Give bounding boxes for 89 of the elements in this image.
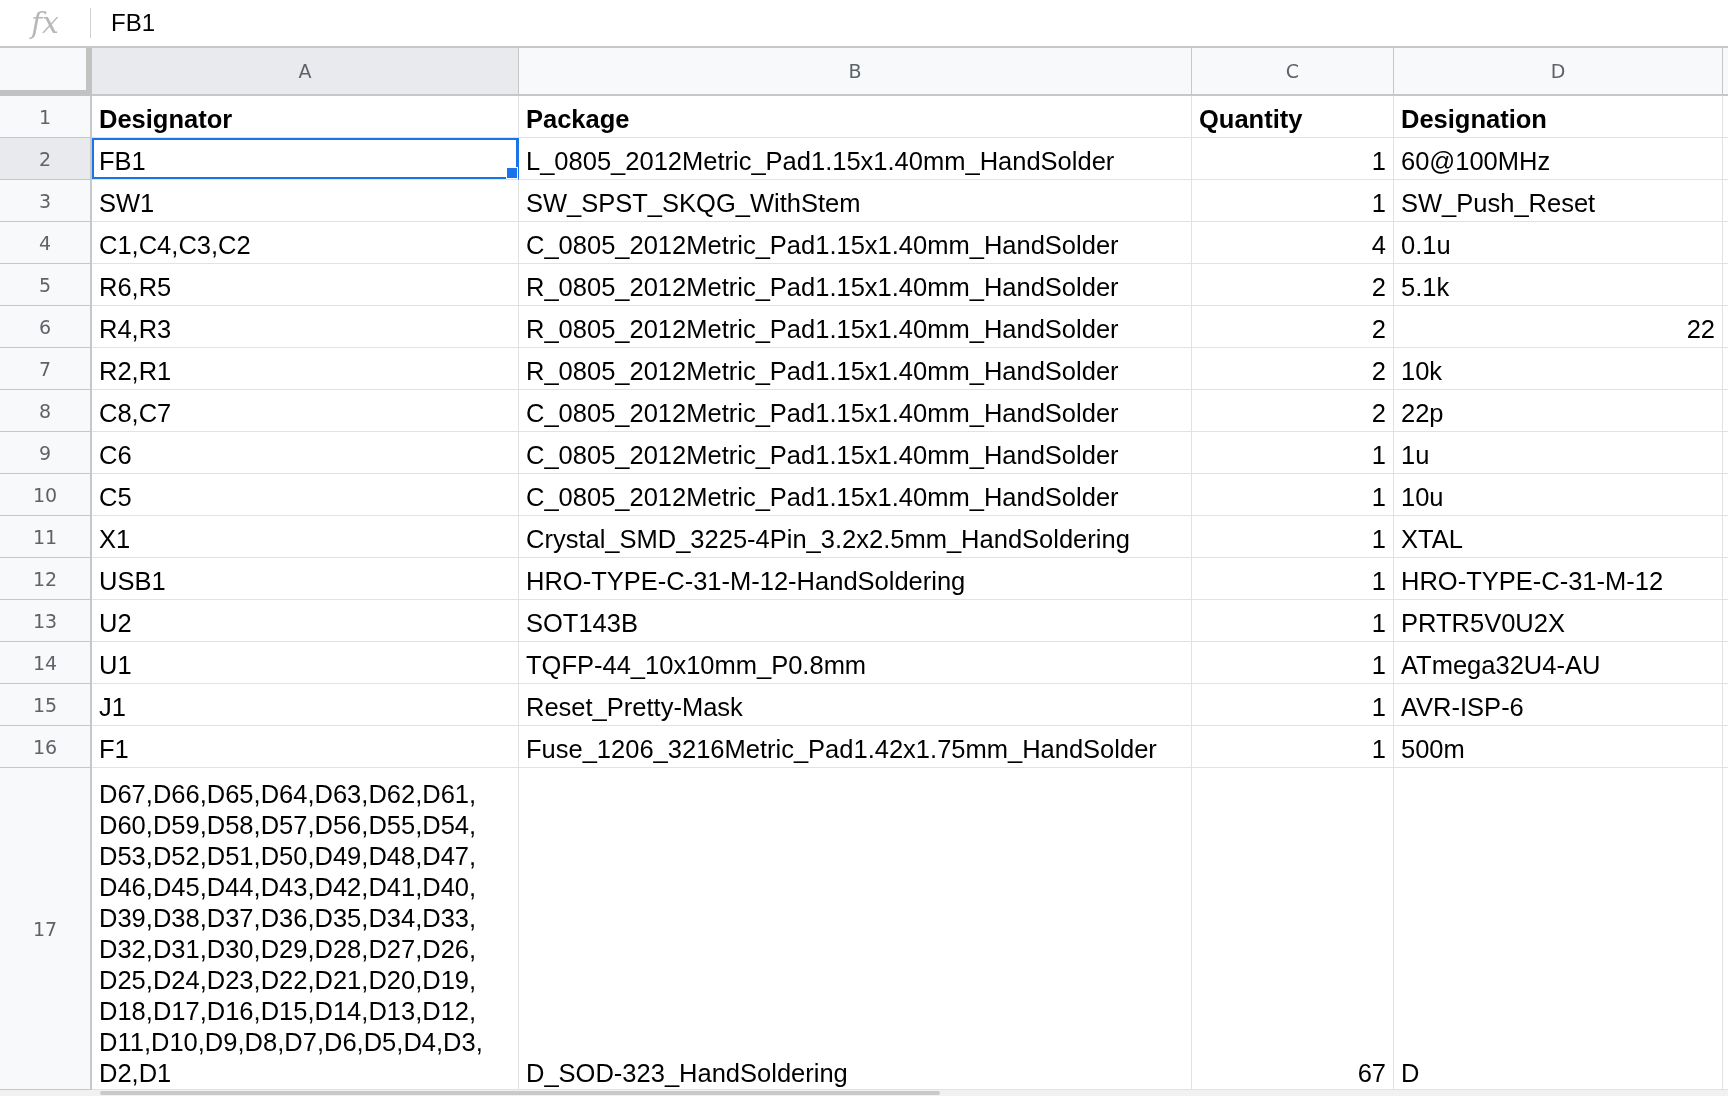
table-cell[interactable]: U2	[92, 600, 519, 642]
table-cell[interactable]: SW_Push_Reset	[1394, 180, 1723, 222]
header-cell[interactable]: Designator	[92, 96, 519, 138]
table-cell[interactable]: USB1	[92, 558, 519, 600]
table-cell[interactable]: 22p	[1394, 390, 1723, 432]
table-cell[interactable]: L_0805_2012Metric_Pad1.15x1.40mm_HandSolder	[519, 138, 1192, 180]
table-cell[interactable]: TQFP-44_10x10mm_P0.8mm	[519, 642, 1192, 684]
column-header[interactable]: D	[1394, 48, 1723, 96]
table-cell[interactable]: 1	[1192, 684, 1394, 726]
table-cell[interactable]: Reset_Pretty-Mask	[519, 684, 1192, 726]
row-header[interactable]: 14	[0, 642, 92, 684]
table-cell[interactable]: 1	[1192, 558, 1394, 600]
table-cell[interactable]: C_0805_2012Metric_Pad1.15x1.40mm_HandSolder	[519, 432, 1192, 474]
row-header[interactable]: 16	[0, 726, 92, 768]
table-cell[interactable]: 1	[1192, 516, 1394, 558]
row-header[interactable]: 4	[0, 222, 92, 264]
row-header[interactable]: 2	[0, 138, 92, 180]
table-cell[interactable]: Fuse_1206_3216Metric_Pad1.42x1.75mm_HandSolder	[519, 726, 1192, 768]
table-cell[interactable]: 0.1u	[1394, 222, 1723, 264]
formula-input[interactable]: FB1	[91, 9, 155, 37]
table-cell[interactable]: R_0805_2012Metric_Pad1.15x1.40mm_HandSolder	[519, 348, 1192, 390]
table-cell[interactable]: X1	[92, 516, 519, 558]
row-header[interactable]: 17	[0, 768, 92, 1090]
table-cell[interactable]: J1	[92, 684, 519, 726]
table-cell[interactable]: R_0805_2012Metric_Pad1.15x1.40mm_HandSolder	[519, 264, 1192, 306]
row-header[interactable]: 7	[0, 348, 92, 390]
table-cell[interactable]: 1	[1192, 726, 1394, 768]
table-cell[interactable]: U1	[92, 642, 519, 684]
table-cell[interactable]: 5.1k	[1394, 264, 1723, 306]
table-cell[interactable]: 1	[1192, 642, 1394, 684]
table-cell[interactable]: C8,C7	[92, 390, 519, 432]
table-cell[interactable]: 10u	[1394, 474, 1723, 516]
table-cell[interactable]: R4,R3	[92, 306, 519, 348]
table-cell[interactable]: 1	[1192, 138, 1394, 180]
row-header[interactable]: 6	[0, 306, 92, 348]
table-cell[interactable]: FB1	[92, 138, 519, 180]
row-header[interactable]: 12	[0, 558, 92, 600]
table-cell[interactable]: 1	[1192, 432, 1394, 474]
row-header[interactable]: 15	[0, 684, 92, 726]
table-cell[interactable]: C_0805_2012Metric_Pad1.15x1.40mm_HandSolder	[519, 222, 1192, 264]
table-cell[interactable]: 1	[1192, 180, 1394, 222]
row-header[interactable]: 1	[0, 96, 92, 138]
table-cell[interactable]: R_0805_2012Metric_Pad1.15x1.40mm_HandSolder	[519, 306, 1192, 348]
table-cell[interactable]: PRTR5V0U2X	[1394, 600, 1723, 642]
select-all-corner[interactable]	[0, 48, 92, 96]
table-cell[interactable]: SW_SPST_SKQG_WithStem	[519, 180, 1192, 222]
table-cell[interactable]: HRO-TYPE-C-31-M-12	[1394, 558, 1723, 600]
table-cell[interactable]: F1	[92, 726, 519, 768]
table-cell[interactable]: Crystal_SMD_3225-4Pin_3.2x2.5mm_HandSoldering	[519, 516, 1192, 558]
table-cell[interactable]: ATmega32U4-AU	[1394, 642, 1723, 684]
table-cell[interactable]: 22	[1394, 306, 1723, 348]
table-cell[interactable]: 1u	[1394, 432, 1723, 474]
table-cell[interactable]: R6,R5	[92, 264, 519, 306]
table-cell[interactable]: 10k	[1394, 348, 1723, 390]
table-cell[interactable]: 500m	[1394, 726, 1723, 768]
table-cell[interactable]: C_0805_2012Metric_Pad1.15x1.40mm_HandSolder	[519, 474, 1192, 516]
horizontal-scrollbar[interactable]	[0, 1090, 1728, 1096]
header-cell[interactable]: Quantity	[1192, 96, 1394, 138]
table-cell[interactable]: SW1	[92, 180, 519, 222]
table-cell[interactable]: 2	[1192, 348, 1394, 390]
row-header[interactable]: 8	[0, 390, 92, 432]
table-cell[interactable]: 4	[1192, 222, 1394, 264]
column-header[interactable]: C	[1192, 48, 1394, 96]
row-header[interactable]: 9	[0, 432, 92, 474]
fill-handle[interactable]	[506, 167, 518, 179]
table-cell[interactable]: 2	[1192, 306, 1394, 348]
table-cell[interactable]: C1,C4,C3,C2	[92, 222, 519, 264]
table-cell[interactable]: 1	[1192, 600, 1394, 642]
row-header[interactable]: 10	[0, 474, 92, 516]
table-cell[interactable]: 2	[1192, 264, 1394, 306]
table-cell[interactable]: XTAL	[1394, 516, 1723, 558]
row-header[interactable]: 13	[0, 600, 92, 642]
table-cell[interactable]: C6	[92, 432, 519, 474]
table-cell[interactable]: 60@100MHz	[1394, 138, 1723, 180]
header-cell[interactable]: Designation	[1394, 96, 1723, 138]
table-cell[interactable]: SOT143B	[519, 600, 1192, 642]
column-header[interactable]: A	[92, 48, 519, 96]
row-header[interactable]: 3	[0, 180, 92, 222]
table-cell[interactable]: AVR-ISP-6	[1394, 684, 1723, 726]
header-cell[interactable]: Package	[519, 96, 1192, 138]
row-header[interactable]: 5	[0, 264, 92, 306]
table-cell[interactable]: 1	[1192, 474, 1394, 516]
table-cell[interactable]: HRO-TYPE-C-31-M-12-HandSoldering	[519, 558, 1192, 600]
table-cell[interactable]: 2	[1192, 390, 1394, 432]
table-cell[interactable]: C_0805_2012Metric_Pad1.15x1.40mm_HandSolder	[519, 390, 1192, 432]
column-header[interactable]: B	[519, 48, 1192, 96]
row-header[interactable]: 11	[0, 516, 92, 558]
table-cell[interactable]: C5	[92, 474, 519, 516]
table-cell[interactable]: R2,R1	[92, 348, 519, 390]
